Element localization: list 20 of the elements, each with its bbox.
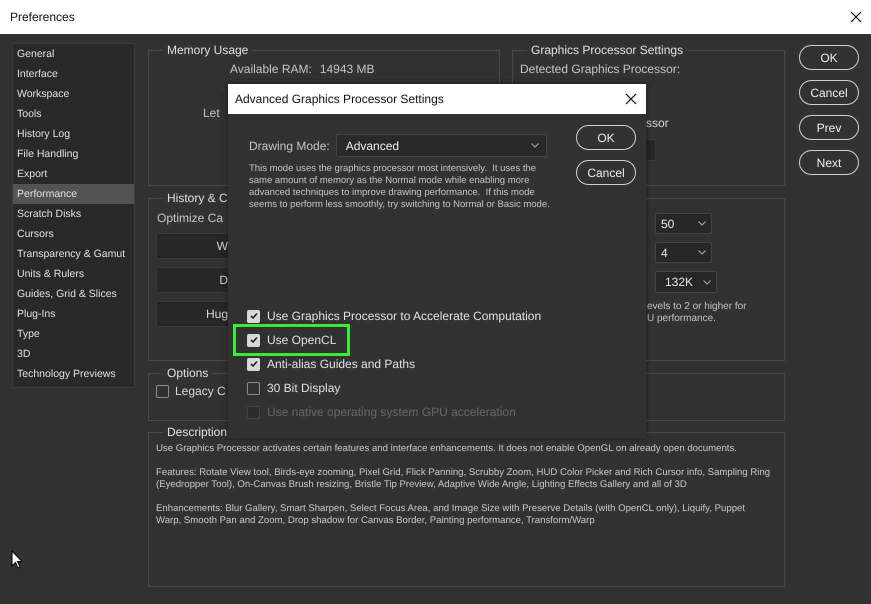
ram-value: 14943 MB <box>320 62 375 76</box>
gpu-text: ssor <box>646 116 670 130</box>
detected-label: Detected Graphics Processor: <box>520 62 682 76</box>
panel-title: Options <box>166 366 210 380</box>
panel-title: Description <box>166 425 228 439</box>
panel-title: Memory Usage <box>166 43 250 57</box>
note-text: evels to 2 or higher for <box>647 301 748 313</box>
drawing-mode-label: Drawing Mode: <box>249 138 330 152</box>
window-title: Preferences <box>10 10 75 24</box>
ram-label: Available RAM: <box>230 62 312 76</box>
description-text: Use Graphics Processor activates certain features and interface enhancements. It does not enable OpenGL on already open documents. <box>156 443 738 455</box>
note-text: U performance. <box>647 313 717 325</box>
panel-title: Graphics Processor Settings <box>530 43 684 57</box>
optimize-label: Optimize Ca <box>157 211 224 225</box>
panel-title: History & C <box>166 191 229 205</box>
description-text: Enhancements: Blur Gallery, Smart Sharpen, Select Focus Area, and Image Size with Preserve Details (with OpenCL only), Liquify, Puppet Warp, Smooth Pan and Zoom, Drop shadow for Canvas Border, Painting performance, Transform/Warp <box>156 503 746 527</box>
description-text: Features: Rotate View tool, Birds-eye zooming, Pixel Grid, Flick Panning, Scrubby Zoom, HUD Color Picker and Rich Cursor info, Sampling Ring (Eyedropper Tool), On-Canvas Brush resizing, Bristle Tip Preview, Adaptive Wide Angle, Lighting Effects Gallery and all of 3D <box>156 467 771 491</box>
mode-description: This mode uses the graphics processor most intensively. It uses the same amount of memory as the Normal mode while enabling more advanced techniques to improve drawing performance. If this mode seems to perform less smoothly, try switching to Normal or Basic mode. <box>249 163 551 211</box>
memory-text: Let <box>203 106 220 120</box>
dialog-title: Advanced Graphics Processor Settings <box>235 92 444 106</box>
